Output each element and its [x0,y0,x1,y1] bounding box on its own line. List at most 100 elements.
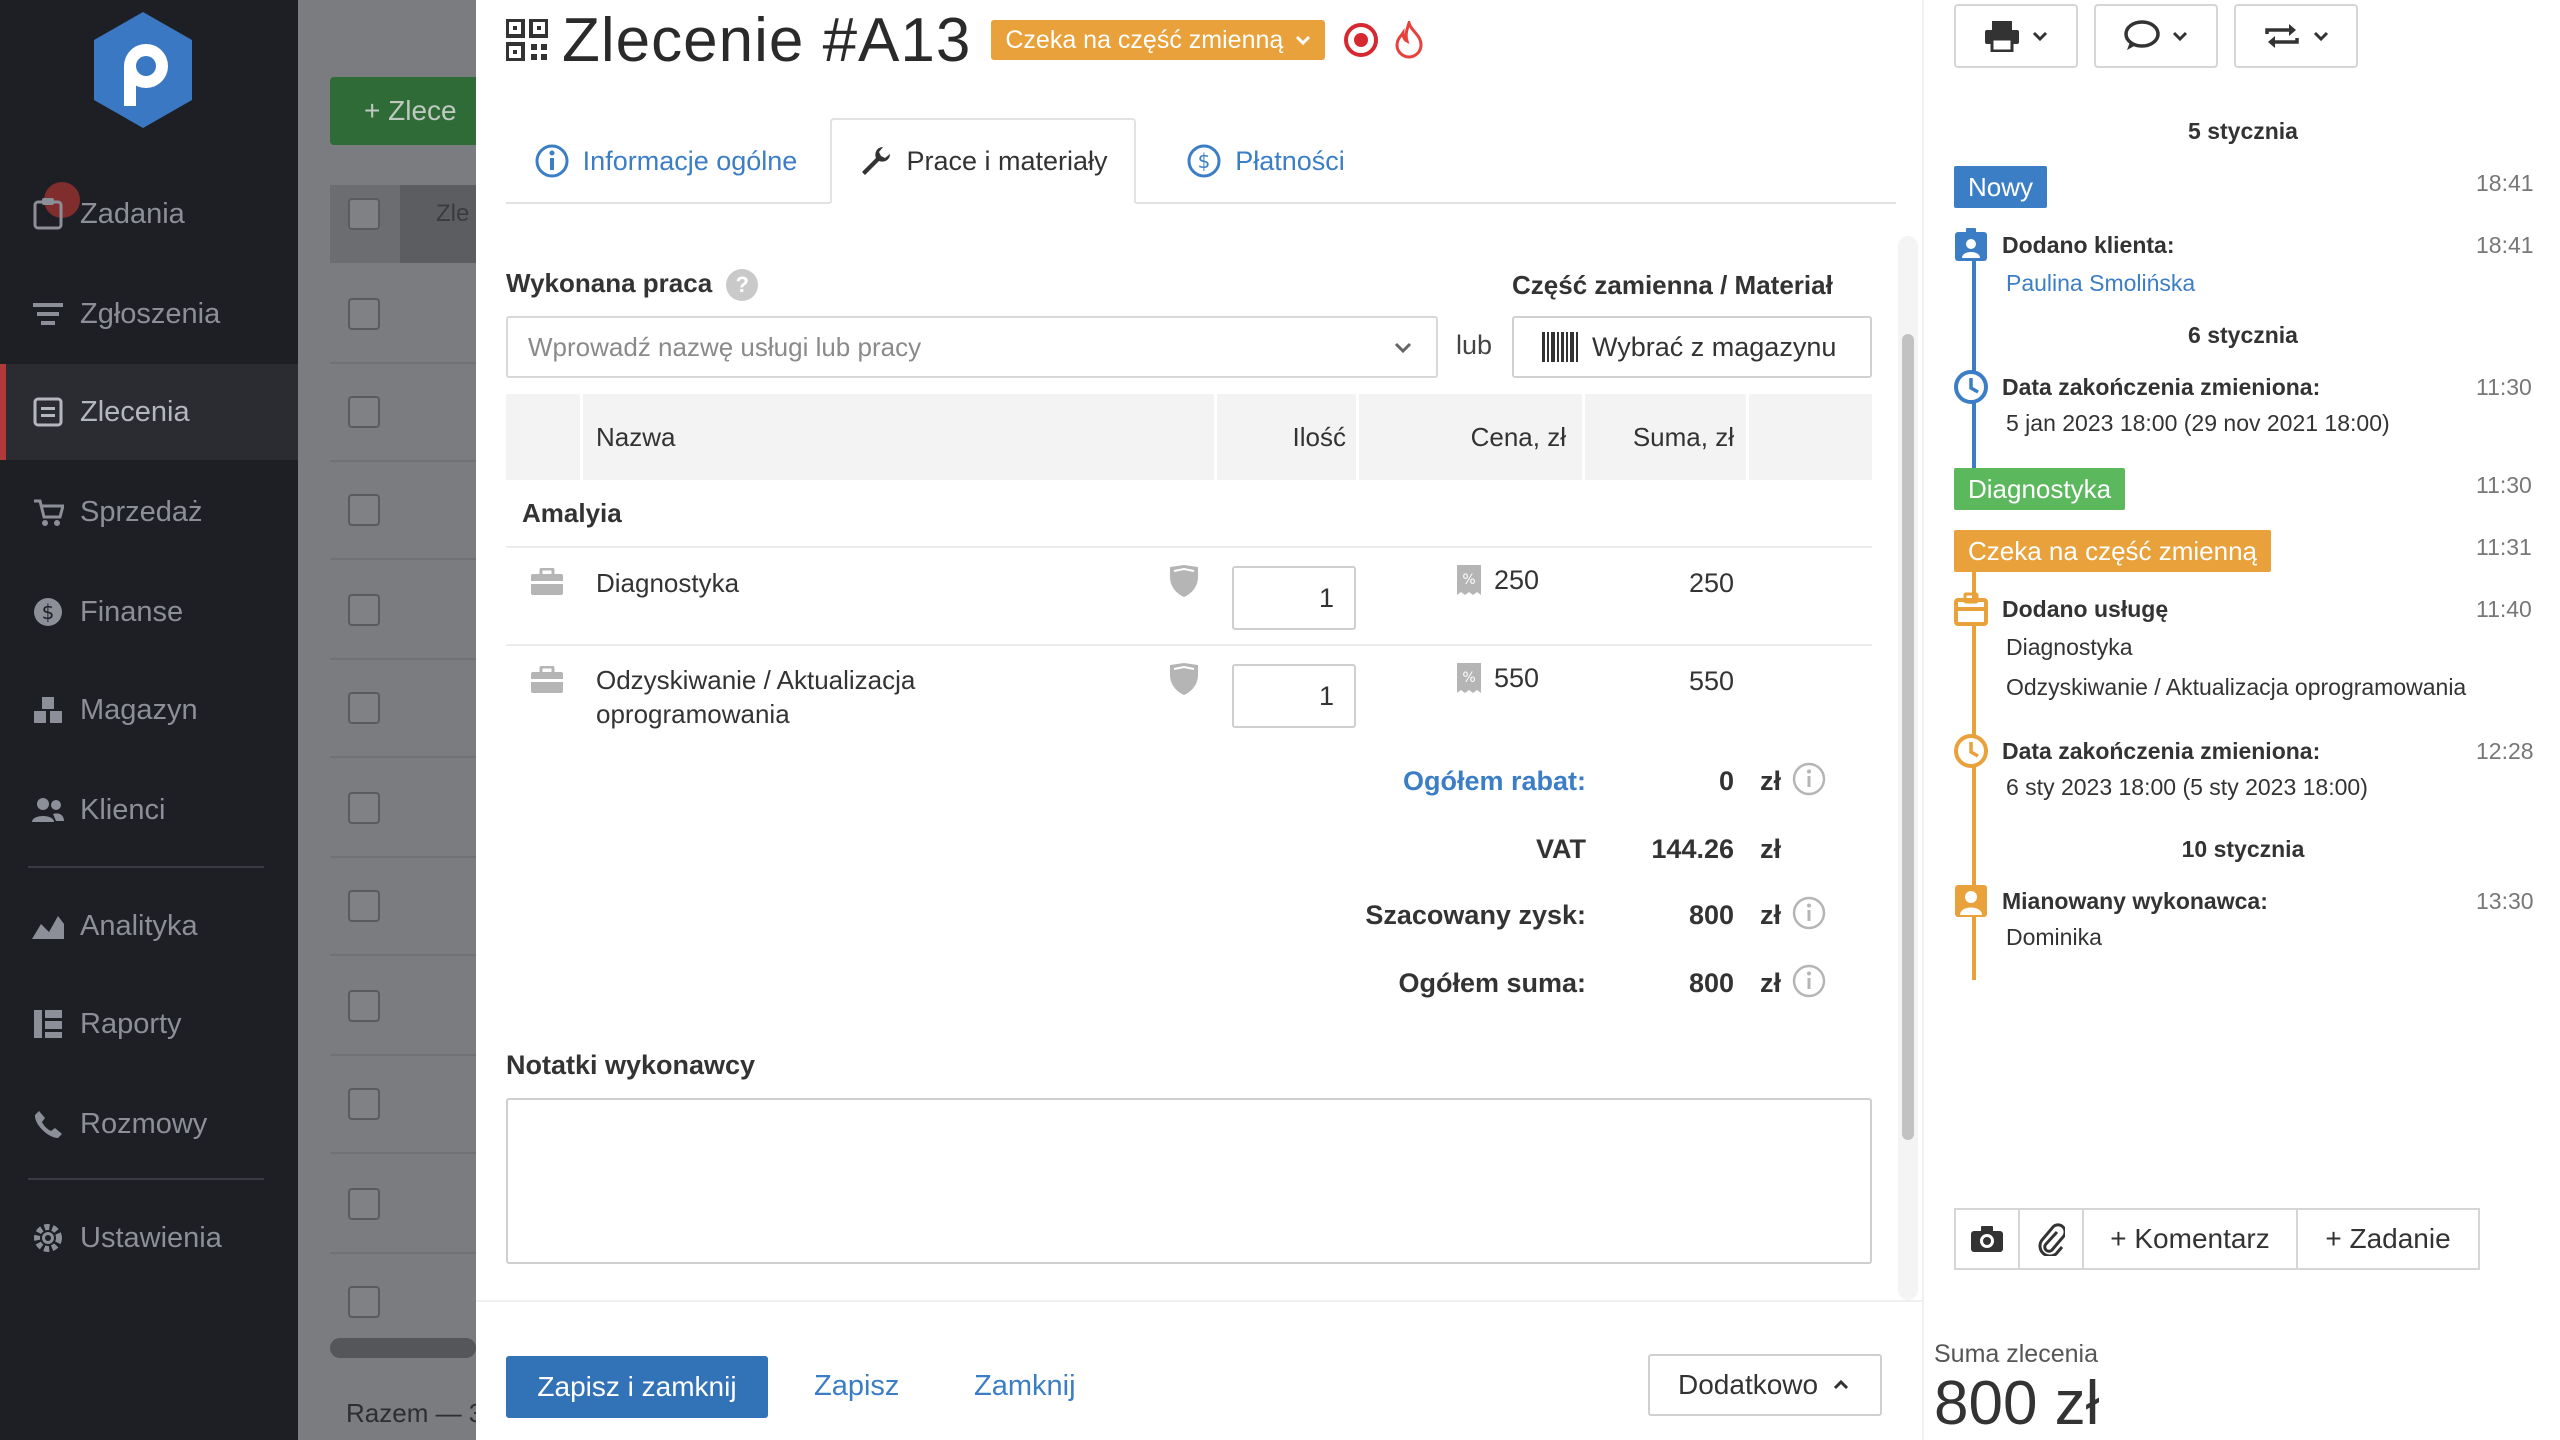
dollar-icon: $ [30,594,66,630]
tab-informacje-ogolne[interactable]: Informacje ogólne [506,118,826,204]
timeline-time: 11:30 [2476,374,2532,400]
chevron-up-icon [1834,1379,1849,1390]
row-checkbox[interactable] [348,792,380,824]
messages-button[interactable] [2094,4,2218,68]
fire-icon[interactable] [1393,21,1425,59]
work-section-label: Wykonana praca? [506,268,759,302]
warranty-shield-icon[interactable] [1168,564,1200,598]
grand-total-value: 800 [1688,968,1734,998]
list-header-label: Zle [436,200,470,227]
part-section-label: Część zamienna / Materiał [1512,270,1833,300]
row-checkbox[interactable] [348,1188,380,1220]
help-icon[interactable]: ? [726,269,759,302]
row-checkbox[interactable] [348,396,380,428]
warranty-shield-icon[interactable] [1168,662,1200,696]
client-link[interactable]: Paulina Smolińska [2006,270,2195,297]
app-logo-icon[interactable] [88,10,198,130]
tab-platnosci[interactable]: $ Płatności [1156,118,1376,204]
row-divider [330,460,476,462]
save-and-close-button[interactable]: Zapisz i zamknij [506,1356,768,1418]
photo-button[interactable] [1954,1208,2020,1270]
add-comment-button[interactable]: + Komentarz [2082,1208,2298,1270]
row-divider [330,1252,476,1254]
row-divider [330,756,476,758]
row-checkbox[interactable] [348,692,380,724]
save-button[interactable]: Zapisz [814,1370,899,1403]
timeline-day: 6 stycznia [2188,322,2298,348]
add-task-button[interactable]: + Zadanie [2296,1208,2480,1270]
order-header: Zlecenie #A13 Czeka na część zmienną [506,0,1425,80]
sidebar-item-klienci[interactable]: Klienci [0,762,298,858]
notes-textarea[interactable] [506,1098,1872,1264]
row-checkbox[interactable] [348,298,380,330]
client-card-icon [1955,228,1987,261]
item-price[interactable]: % 250 [1456,564,1596,596]
info-icon[interactable] [1792,964,1826,998]
info-icon [535,144,569,178]
chevron-down-icon [2313,31,2329,42]
sidebar-item-analityka[interactable]: Analityka [0,878,298,974]
row-divider [330,362,476,364]
timeline-day: 10 stycznia [2181,836,2305,862]
close-button[interactable]: Zamknij [974,1370,1076,1403]
item-price-value: 550 [1494,662,1540,693]
service-icon [531,568,563,595]
repeat-button[interactable] [2234,4,2358,68]
timeline-event-title: Data zakończenia zmieniona: [2002,738,2321,764]
attach-button[interactable] [2018,1208,2084,1270]
row-divider [506,644,1872,646]
sidebar-item-label: Ustawienia [80,1221,222,1254]
row-checkbox[interactable] [348,990,380,1022]
service-input[interactable]: Wprowadź nazwę usługi lub pracy [506,316,1438,378]
row-divider [330,1054,476,1056]
quantity-input[interactable]: 1 [1232,566,1356,630]
timeline-event-title: Data zakończenia zmieniona: [2002,374,2321,400]
more-dropdown-button[interactable]: Dodatkowo [1648,1354,1882,1416]
or-label: lub [1456,330,1493,360]
target-icon[interactable] [1343,22,1379,58]
sidebar-item-ustawienia[interactable]: Ustawienia [0,1190,298,1286]
column-header-sum: Suma, zł [1632,421,1734,452]
currency-label: zł [1760,766,1782,796]
sidebar-item-label: Zgłoszenia [80,297,221,330]
item-group-label: Amalyia [522,498,622,528]
sidebar: Zadania Zgłoszenia Zlecenia Sprzedaż $ F… [0,0,298,1440]
sidebar-item-finanse[interactable]: $ Finanse [0,564,298,660]
item-price[interactable]: % 550 [1456,662,1596,694]
status-dropdown[interactable]: Czeka na część zmienną [991,20,1326,60]
chevron-down-icon [1296,35,1311,46]
sidebar-item-zgloszenia[interactable]: Zgłoszenia [0,266,298,362]
item-sum: 550 [1688,666,1734,696]
row-checkbox[interactable] [348,890,380,922]
row-checkbox[interactable] [348,1286,380,1318]
qr-code-icon[interactable] [506,19,548,61]
modal-scrollbar-thumb[interactable] [1902,334,1914,1140]
clock-icon [1954,734,1988,768]
cart-icon [30,494,66,530]
sidebar-item-sprzedaz[interactable]: Sprzedaż [0,464,298,560]
select-all-checkbox[interactable] [348,198,380,230]
order-sum-value: 800 zł [1934,1369,2100,1438]
order-sum-label: Suma zlecenia [1934,1340,2098,1368]
info-icon[interactable] [1792,762,1826,796]
timeline-status-tag: Diagnostyka [1954,468,2126,510]
sidebar-item-zlecenia[interactable]: Zlecenia [0,364,298,460]
row-checkbox[interactable] [348,594,380,626]
info-icon[interactable] [1792,896,1826,930]
sidebar-item-raporty[interactable]: Raporty [0,976,298,1072]
row-checkbox[interactable] [348,1088,380,1120]
column-header-qty: Ilość [1292,421,1346,452]
sidebar-item-zadania[interactable]: Zadania [0,166,298,262]
sidebar-item-rozmowy[interactable]: Rozmowy [0,1076,298,1172]
user-assigned-icon [1955,885,1987,917]
sidebar-item-magazyn[interactable]: Magazyn [0,662,298,758]
row-checkbox[interactable] [348,494,380,526]
print-button[interactable] [1954,4,2078,68]
tab-prace-i-materialy[interactable]: Prace i materiały [830,118,1136,204]
select-from-warehouse-button[interactable]: Wybrać z magazynu [1512,316,1872,378]
timeline-time: 11:31 [2476,534,2532,560]
list-horizontal-scrollbar[interactable] [330,1338,476,1358]
sidebar-item-label: Zadania [80,197,185,230]
total-discount-label[interactable]: Ogółem rabat: [986,766,1586,797]
quantity-input[interactable]: 1 [1232,664,1356,728]
